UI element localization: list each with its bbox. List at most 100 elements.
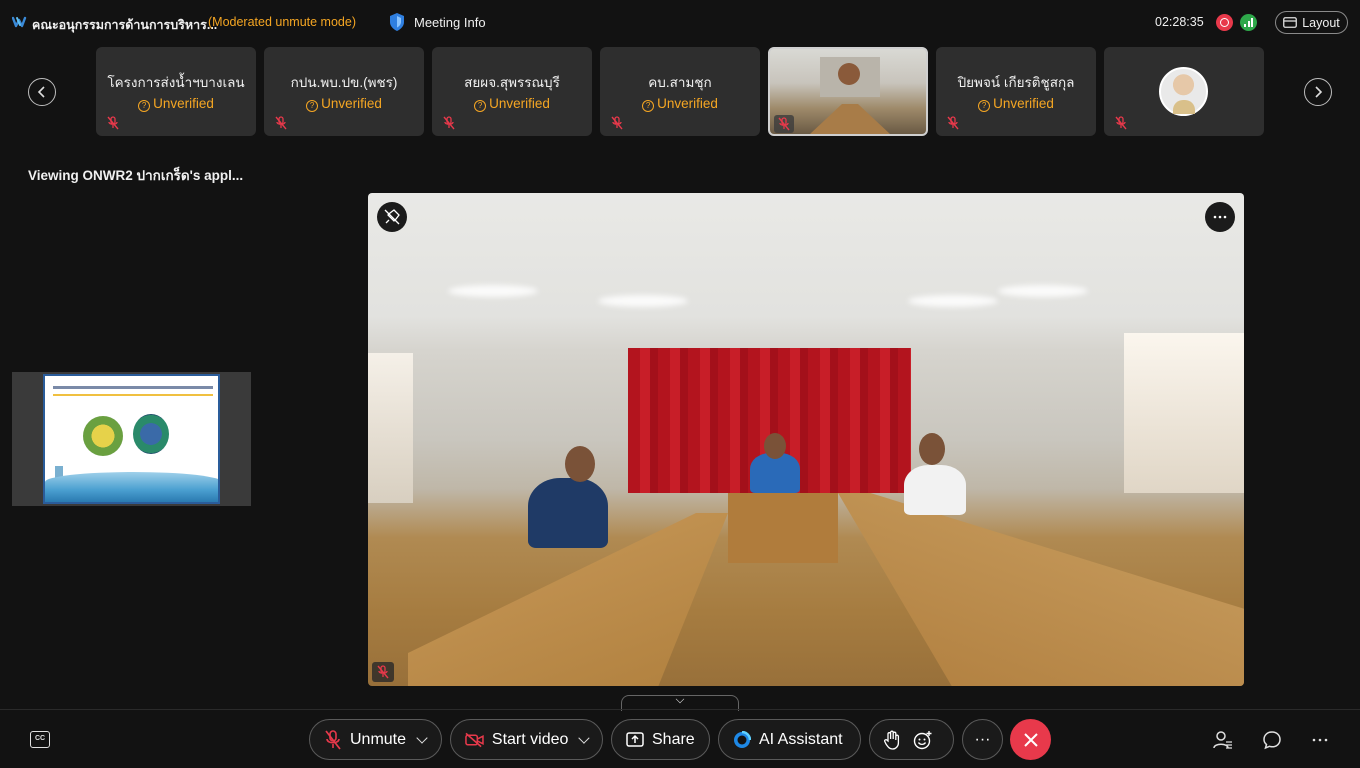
title-bar: คณะอนุกรรมการด้านการบริหาร... (Moderated… (0, 0, 1360, 44)
participant-video-tile[interactable] (768, 47, 928, 136)
shared-content-thumbnail[interactable] (12, 372, 251, 506)
room-emblem (838, 63, 860, 85)
unmute-button[interactable]: Unmute (309, 719, 442, 760)
meeting-attendee (750, 453, 800, 493)
layout-icon (1283, 17, 1298, 28)
conference-table (728, 493, 838, 563)
slide-divider (53, 394, 213, 396)
chat-icon (1263, 731, 1281, 750)
raise-hand-icon[interactable] (883, 730, 901, 750)
meeting-title: คณะอนุกรรมการด้านการบริหาร... (32, 18, 218, 32)
participant-avatar-tile[interactable] (1104, 47, 1264, 136)
muted-mic-icon (947, 116, 959, 130)
question-icon: ? (306, 100, 319, 112)
ceiling-light (448, 285, 538, 297)
closed-captions-button[interactable]: CC (30, 731, 50, 748)
layout-button[interactable]: Layout (1275, 11, 1348, 34)
close-icon (1023, 732, 1038, 747)
participants-button[interactable] (1212, 729, 1234, 751)
participant-tile[interactable]: สยผจ.สุพรรณบุรี ? Unverified (432, 47, 592, 136)
layout-label: Layout (1302, 15, 1340, 30)
connection-signal-icon[interactable] (1240, 14, 1257, 31)
strip-next-button[interactable] (1304, 78, 1332, 106)
participant-name: ปิยพจน์ เกียรติชูสกุล (957, 75, 1075, 90)
meeting-attendee-head (919, 433, 945, 465)
start-video-button[interactable]: Start video (450, 719, 603, 760)
meeting-attendee-head (565, 446, 595, 482)
muted-mic-icon (107, 116, 119, 130)
chevron-down-icon[interactable] (578, 731, 590, 744)
control-bar: CC Unmute Start video Share AI Assistant… (0, 709, 1360, 768)
meeting-timer: 02:28:35 (1155, 15, 1204, 29)
chevron-down-icon (675, 694, 685, 704)
ai-assistant-button[interactable]: AI Assistant (718, 719, 861, 760)
participants-icon (1213, 731, 1232, 749)
share-screen-icon (626, 732, 644, 747)
avatar (1159, 67, 1208, 116)
active-speaker-video[interactable] (368, 193, 1244, 686)
muted-mic-icon (443, 116, 455, 130)
slide-title-line (53, 386, 213, 389)
agency-seal-image (83, 416, 123, 456)
participant-tile[interactable]: คบ.สามชุก ? Unverified (600, 47, 760, 136)
participant-status: ? Unverified (432, 96, 592, 112)
slide-decoration (45, 472, 218, 502)
leave-meeting-button[interactable] (1010, 719, 1051, 760)
more-panels-button[interactable] (1309, 729, 1331, 751)
more-horizontal-icon (1213, 215, 1227, 219)
recording-icon[interactable] (1216, 14, 1233, 31)
participant-tile[interactable]: ปิยพจน์ เกียรติชูสกุล ? Unverified (936, 47, 1096, 136)
ceiling-light (598, 295, 688, 307)
share-button[interactable]: Share (611, 719, 710, 760)
conference-table (838, 493, 1244, 686)
participant-tile[interactable]: โครงการส่งน้ำฯบางเลน ? Unverified (96, 47, 256, 136)
muted-mic-icon (611, 116, 623, 130)
viewing-share-label: Viewing ONWR2 ปากเกร็ด's appl... (28, 168, 244, 183)
emoji-reaction-icon[interactable] (913, 730, 933, 750)
ai-assistant-icon (734, 730, 751, 748)
shared-slide (43, 374, 220, 504)
meeting-attendee-head (764, 433, 786, 459)
strip-prev-button[interactable] (28, 78, 56, 106)
video-off-icon (465, 732, 484, 747)
muted-mic-badge (372, 662, 394, 682)
question-icon: ? (474, 100, 487, 112)
unmute-label: Unmute (350, 730, 407, 748)
meeting-attendee (528, 478, 608, 548)
participant-status: ? Unverified (600, 96, 760, 112)
participant-name: โครงการส่งน้ำฯบางเลน (107, 75, 245, 90)
room-window (368, 353, 413, 503)
ai-assistant-label: AI Assistant (759, 730, 843, 748)
participant-name: สยผจ.สุพรรณบุรี (464, 75, 560, 90)
participant-name: กปน.พบ.ปข.(พชร) (290, 75, 398, 90)
participant-tile[interactable]: กปน.พบ.ปข.(พชร) ? Unverified (264, 47, 424, 136)
muted-mic-badge (774, 115, 794, 133)
meeting-attendee (904, 465, 966, 515)
muted-mic-icon (778, 117, 790, 131)
moderated-mode-label: (Moderated unmute mode) (208, 15, 356, 29)
participant-status: ? Unverified (936, 96, 1096, 112)
reactions-group (869, 719, 954, 760)
agency-seal-image (133, 414, 169, 454)
video-more-options-button[interactable] (1205, 202, 1235, 232)
muted-mic-icon (275, 116, 287, 130)
participant-status: ? Unverified (264, 96, 424, 112)
question-icon: ? (642, 100, 655, 112)
question-icon: ? (978, 100, 991, 112)
more-horizontal-icon (1312, 738, 1328, 742)
room-table (810, 104, 890, 134)
chevron-down-icon[interactable] (416, 731, 428, 744)
chevron-left-icon (37, 86, 45, 98)
unpin-button[interactable] (377, 202, 407, 232)
muted-mic-icon (377, 665, 389, 679)
start-video-label: Start video (491, 730, 569, 748)
more-options-button[interactable]: ··· (962, 719, 1003, 760)
participant-name: คบ.สามชุก (648, 75, 712, 90)
question-icon: ? (138, 100, 151, 112)
meeting-info-button[interactable]: Meeting Info (388, 12, 486, 32)
room-window (1124, 333, 1244, 493)
more-horizontal-icon: ··· (974, 730, 991, 748)
shield-icon (390, 13, 404, 31)
unpin-icon (384, 209, 400, 225)
chat-button[interactable] (1261, 729, 1283, 751)
